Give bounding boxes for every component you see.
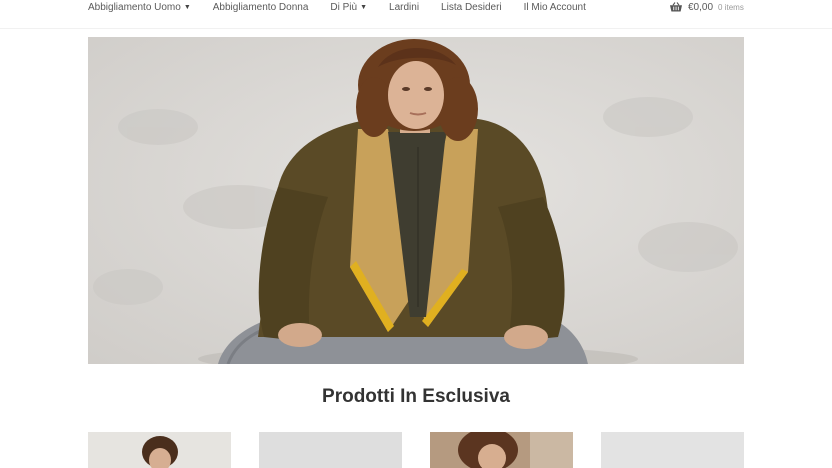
cart-item-count: 0 items [718,2,744,12]
nav-item-label: Lardini [389,1,420,13]
nav-item-label: Abbigliamento Uomo [88,1,181,13]
nav-item-label: Il Mio Account [523,1,586,13]
main-navigation: Abbigliamento Uomo ▼ Abbigliamento Donna… [88,0,744,14]
nav-item-label: Di Più [330,1,358,13]
cart-total: €0,00 [688,1,714,13]
product-image [430,432,573,468]
nav-item-abbigliamento-uomo[interactable]: Abbigliamento Uomo ▼ [88,2,191,13]
nav-item-il-mio-account[interactable]: Il Mio Account [524,2,586,13]
product-card[interactable] [430,432,573,468]
hero-banner-image[interactable] [88,37,744,364]
product-card[interactable] [259,432,402,468]
nav-item-label: Lista Desideri [441,1,502,13]
page: Abbigliamento Uomo ▼ Abbigliamento Donna… [0,0,832,468]
nav-item-abbigliamento-donna[interactable]: Abbigliamento Donna [213,2,309,13]
cart-link[interactable]: €0,00 0 items [670,0,744,14]
chevron-down-icon: ▼ [360,3,368,11]
nav-item-label: Abbigliamento Donna [212,1,309,13]
nav-item-lista-desideri[interactable]: Lista Desideri [441,2,502,13]
product-card[interactable] [88,432,231,468]
product-image [88,432,231,468]
product-image [601,432,744,468]
hero-photo-illustration [88,37,744,364]
product-card[interactable] [601,432,744,468]
product-image [259,432,402,468]
chevron-down-icon: ▼ [183,3,191,11]
section-title: Prodotti In Esclusiva [322,386,510,407]
basket-icon [670,2,682,12]
nav-item-di-piu[interactable]: Di Più ▼ [330,2,367,13]
header-divider [0,28,832,29]
nav-item-lardini[interactable]: Lardini [389,2,419,13]
